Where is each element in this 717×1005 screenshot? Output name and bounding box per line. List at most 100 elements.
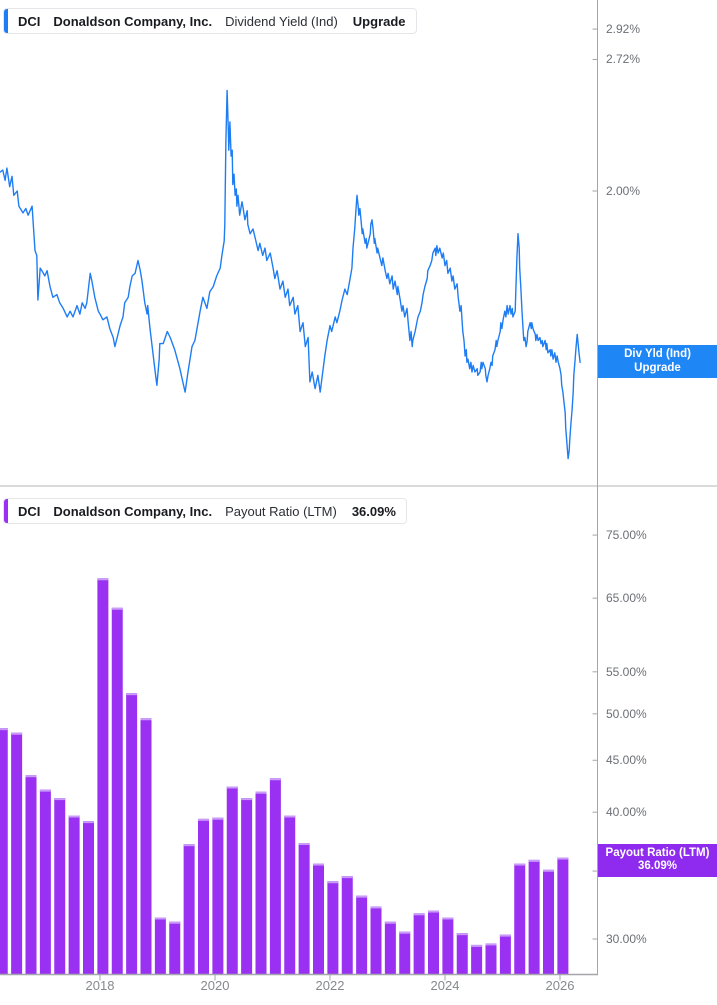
payout-bar-cap	[528, 859, 540, 862]
last-value-badge-payout-ratio[interactable]: Payout Ratio (LTM) 36.09%	[598, 843, 717, 877]
badge-line2: Upgrade	[634, 361, 681, 374]
payout-bar-cap	[0, 728, 8, 731]
metric-value-label[interactable]: Upgrade	[353, 14, 406, 29]
metric-name-label: Payout Ratio (LTM)	[225, 503, 337, 519]
payout-bar[interactable]	[68, 815, 80, 975]
y-axis-label: 65.00%	[606, 591, 647, 606]
payout-bar[interactable]	[25, 775, 37, 975]
payout-bar-cap	[413, 913, 425, 916]
payout-bar-cap	[456, 933, 468, 936]
payout-bar[interactable]	[284, 815, 296, 975]
payout-bar[interactable]	[356, 895, 368, 975]
payout-bar-cap	[327, 881, 339, 884]
payout-bar-cap	[313, 863, 324, 866]
payout-bar[interactable]	[471, 944, 483, 975]
payout-bar[interactable]	[39, 789, 51, 975]
payout-bar-cap	[54, 798, 66, 801]
legend-payout-ratio[interactable]: DCI Donaldson Company, Inc. Payout Ratio…	[3, 498, 407, 524]
payout-bar-cap	[428, 910, 439, 913]
payout-bar[interactable]	[442, 917, 454, 975]
metric-name-label: Dividend Yield (Ind)	[225, 13, 338, 29]
payout-bar[interactable]	[212, 817, 224, 975]
legend-dividend-yield[interactable]: DCI Donaldson Company, Inc. Dividend Yie…	[3, 8, 417, 34]
payout-bar-cap	[499, 934, 511, 937]
payout-bar-cap	[11, 732, 23, 735]
payout-bar-cap	[269, 778, 281, 781]
x-axis-label: 2026	[545, 978, 575, 993]
payout-bar[interactable]	[298, 842, 310, 975]
payout-bar[interactable]	[528, 859, 540, 975]
payout-bar-cap	[39, 789, 51, 792]
company-name-label: Donaldson Company, Inc.	[53, 13, 213, 29]
x-axis-label: 2020	[200, 978, 230, 993]
payout-bar-cap	[471, 944, 483, 947]
payout-bar[interactable]	[370, 906, 382, 975]
payout-bar[interactable]	[126, 693, 138, 975]
payout-bar-cap	[384, 921, 396, 924]
payout-bar[interactable]	[499, 934, 511, 975]
payout-bar-cap	[111, 607, 123, 610]
payout-bar-cap	[442, 917, 454, 920]
payout-bar[interactable]	[514, 863, 526, 975]
dividend-yield-line[interactable]	[0, 89, 581, 460]
y-axis-label: 40.00%	[606, 805, 647, 820]
chart-workspace: DCI Donaldson Company, Inc. Dividend Yie…	[0, 0, 717, 1005]
payout-bar[interactable]	[399, 931, 411, 975]
payout-bar[interactable]	[97, 578, 109, 975]
company-name-label: Donaldson Company, Inc.	[53, 503, 213, 519]
payout-bar-cap	[198, 818, 209, 821]
payout-bar-cap	[341, 876, 353, 879]
payout-bar-cap	[226, 786, 238, 789]
x-axis-label: 2022	[315, 978, 345, 993]
payout-bar[interactable]	[313, 863, 324, 975]
payout-bar[interactable]	[154, 917, 166, 975]
payout-bar-cap	[255, 791, 267, 794]
payout-bar[interactable]	[111, 607, 123, 975]
payout-bar[interactable]	[169, 921, 181, 975]
ticker-label: DCI	[18, 13, 41, 29]
payout-bar-cap	[298, 842, 310, 845]
y-axis-label: 45.00%	[606, 753, 647, 768]
payout-bar[interactable]	[11, 732, 23, 975]
payout-bar[interactable]	[327, 881, 339, 975]
payout-bar-cap	[126, 693, 138, 696]
payout-bar[interactable]	[255, 791, 267, 975]
payout-bar-cap	[154, 917, 166, 920]
payout-bar[interactable]	[384, 921, 396, 975]
payout-bar[interactable]	[428, 910, 439, 975]
payout-bar-cap	[356, 895, 368, 898]
payout-bar[interactable]	[241, 798, 253, 975]
payout-bar[interactable]	[269, 778, 281, 975]
payout-bar-cap	[241, 798, 253, 801]
x-axis-label: 2024	[430, 978, 460, 993]
payout-bar[interactable]	[140, 718, 152, 975]
metric-value-label: 36.09%	[351, 503, 396, 519]
payout-bar[interactable]	[485, 943, 497, 975]
payout-bar[interactable]	[83, 821, 94, 975]
y-axis-label: 2.00%	[606, 184, 641, 198]
last-value-badge-div-yld[interactable]: Div Yld (Ind) Upgrade	[598, 345, 717, 378]
payout-bar-cap	[140, 718, 152, 721]
payout-bar[interactable]	[198, 818, 209, 975]
payout-bar-cap	[399, 931, 411, 934]
payout-bar-cap	[370, 906, 382, 909]
payout-bar[interactable]	[183, 844, 195, 975]
y-axis-label: 2.72%	[606, 52, 641, 67]
payout-bar-cap	[212, 817, 224, 820]
x-axis-label: 2018	[85, 978, 115, 993]
y-axis-label: 50.00%	[606, 706, 647, 721]
payout-bar[interactable]	[54, 798, 66, 975]
y-axis-label: 30.00%	[606, 932, 647, 946]
payout-bar-cap	[83, 821, 94, 824]
payout-bar[interactable]	[341, 876, 353, 975]
payout-bar[interactable]	[456, 933, 468, 975]
y-axis-label: 2.92%	[606, 22, 641, 37]
payout-bar[interactable]	[0, 728, 8, 975]
payout-bar[interactable]	[557, 857, 569, 975]
badge-line1: Payout Ratio (LTM)	[605, 846, 710, 859]
payout-bar[interactable]	[543, 869, 554, 975]
payout-bar-cap	[68, 815, 80, 818]
legend-accent-bar	[4, 9, 8, 33]
payout-bar[interactable]	[413, 913, 425, 975]
payout-bar[interactable]	[226, 786, 238, 975]
